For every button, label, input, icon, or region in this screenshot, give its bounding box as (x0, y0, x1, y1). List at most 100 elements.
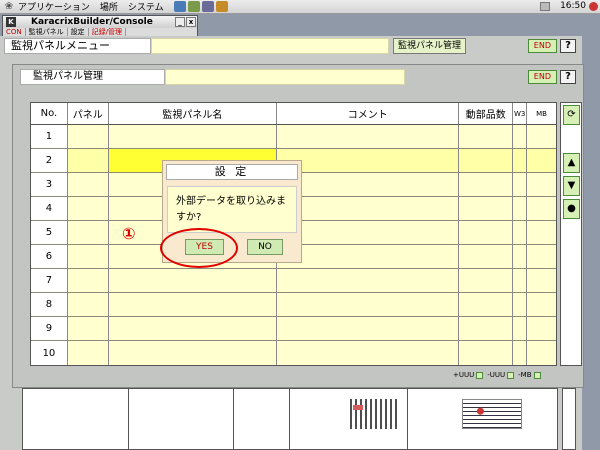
table-cell[interactable] (277, 245, 460, 268)
table-cell[interactable] (527, 341, 556, 365)
close-button[interactable]: x (186, 17, 196, 27)
notification-icon[interactable] (589, 2, 598, 11)
table-cell[interactable] (277, 341, 460, 365)
places-menu[interactable]: 場所 (100, 0, 118, 13)
table-cell[interactable] (459, 197, 514, 220)
table-cell[interactable] (527, 125, 556, 148)
table-cell[interactable] (277, 125, 460, 148)
table-cell[interactable] (459, 341, 514, 365)
row-number[interactable]: 1 (31, 125, 68, 148)
mgmt-end-button[interactable]: END (527, 70, 557, 84)
table-cell[interactable] (109, 341, 278, 365)
table-cell[interactable] (109, 317, 278, 340)
table-cell[interactable] (527, 317, 556, 340)
table-cell[interactable] (277, 149, 460, 172)
mgmt-help-button[interactable]: ? (560, 70, 576, 84)
network-tray-icon[interactable] (540, 2, 550, 11)
row-number[interactable]: 5 (31, 221, 68, 244)
table-cell[interactable] (459, 125, 514, 148)
panel-thumbnail[interactable] (462, 399, 522, 429)
table-cell[interactable] (459, 221, 514, 244)
table-row[interactable]: 7 (31, 269, 556, 293)
table-cell[interactable] (68, 197, 109, 220)
refresh-icon[interactable]: ⟳ (563, 105, 580, 125)
table-cell[interactable] (513, 245, 528, 268)
table-cell[interactable] (459, 317, 514, 340)
system-menu[interactable]: システム (128, 0, 164, 13)
table-cell[interactable] (68, 125, 109, 148)
row-number[interactable]: 9 (31, 317, 68, 340)
table-cell[interactable] (513, 341, 528, 365)
no-button[interactable]: NO (247, 239, 283, 255)
table-cell[interactable] (68, 149, 109, 172)
browser-launcher-icon[interactable] (173, 1, 186, 12)
table-cell[interactable] (68, 293, 109, 316)
preview-scrollbar[interactable] (562, 388, 576, 450)
select-dot-button[interactable]: ● (563, 199, 580, 219)
menu-end-button[interactable]: END (527, 39, 557, 53)
table-cell[interactable] (527, 173, 556, 196)
table-row[interactable]: 1 (31, 125, 556, 149)
row-number[interactable]: 10 (31, 341, 68, 365)
menu-crumb[interactable]: 監視パネル管理 (393, 38, 467, 54)
table-cell[interactable] (527, 269, 556, 292)
table-cell[interactable] (513, 197, 528, 220)
table-cell[interactable] (277, 173, 460, 196)
row-number[interactable]: 2 (31, 149, 68, 172)
console-titlebar[interactable]: K KaracrixBuilder/Console _ x (3, 16, 197, 28)
table-cell[interactable] (459, 149, 514, 172)
table-cell[interactable] (527, 293, 556, 316)
table-cell[interactable] (277, 221, 460, 244)
applications-menu[interactable]: アプリケーション (18, 0, 90, 13)
gnome-foot-icon[interactable]: ❀ (3, 1, 15, 13)
table-cell[interactable] (513, 317, 528, 340)
table-cell[interactable] (109, 125, 278, 148)
table-cell[interactable] (527, 149, 556, 172)
zoom-toggle[interactable] (507, 372, 515, 379)
table-cell[interactable] (459, 245, 514, 268)
table-cell[interactable] (513, 221, 528, 244)
menu-help-button[interactable]: ? (560, 39, 576, 53)
row-number[interactable]: 6 (31, 245, 68, 268)
row-number[interactable]: 3 (31, 173, 68, 196)
panel-thumbnail[interactable] (350, 399, 400, 429)
table-cell[interactable] (527, 221, 556, 244)
table-cell[interactable] (68, 341, 109, 365)
scroll-down-button[interactable]: ▼ (563, 176, 580, 196)
mail-launcher-icon[interactable] (187, 1, 200, 12)
table-cell[interactable] (513, 125, 528, 148)
table-cell[interactable] (513, 173, 528, 196)
minimize-button[interactable]: _ (175, 17, 185, 27)
table-row[interactable]: 10 (31, 341, 556, 365)
scroll-up-button[interactable]: ▲ (563, 153, 580, 173)
table-cell[interactable] (513, 149, 528, 172)
table-cell[interactable] (459, 293, 514, 316)
table-cell[interactable] (277, 269, 460, 292)
table-cell[interactable] (68, 221, 109, 244)
table-cell[interactable] (527, 245, 556, 268)
row-number[interactable]: 4 (31, 197, 68, 220)
table-cell[interactable] (277, 293, 460, 316)
row-number[interactable]: 7 (31, 269, 68, 292)
row-number[interactable]: 8 (31, 293, 68, 316)
table-cell[interactable] (459, 173, 514, 196)
table-cell[interactable] (513, 269, 528, 292)
table-cell[interactable] (109, 269, 278, 292)
table-cell[interactable] (68, 269, 109, 292)
zoom-toggle[interactable] (476, 372, 484, 379)
table-row[interactable]: 8 (31, 293, 556, 317)
table-cell[interactable] (459, 269, 514, 292)
table-cell[interactable] (513, 293, 528, 316)
table-cell[interactable] (277, 317, 460, 340)
table-cell[interactable] (527, 197, 556, 220)
table-cell[interactable] (109, 293, 278, 316)
table-cell[interactable] (68, 317, 109, 340)
table-cell[interactable] (277, 197, 460, 220)
clock[interactable]: 16:50 (560, 1, 586, 11)
table-row[interactable]: 9 (31, 317, 556, 341)
table-cell[interactable] (68, 173, 109, 196)
zoom-toggle[interactable] (533, 372, 541, 379)
editor-launcher-icon[interactable] (201, 1, 214, 12)
table-cell[interactable] (68, 245, 109, 268)
help-launcher-icon[interactable] (215, 1, 228, 12)
